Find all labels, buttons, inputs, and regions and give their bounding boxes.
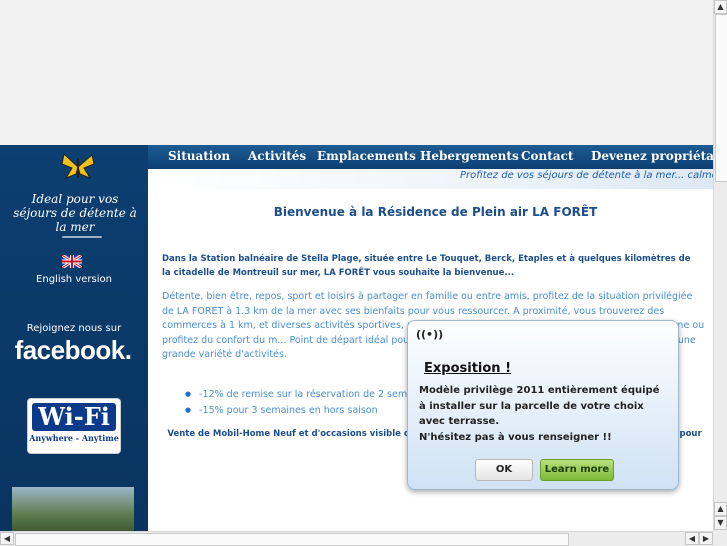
nav-situation[interactable]: Situation [168, 149, 230, 163]
nav-contact[interactable]: Contact [521, 149, 573, 163]
popup-message: Modèle privilège 2011 entièrement équipé… [419, 385, 660, 427]
popup-body: Modèle privilège 2011 entièrement équipé… [419, 383, 667, 445]
horizontal-scrollbar[interactable]: ◀ ◀ ▶ [0, 531, 713, 546]
page-title: Bienvenue à la Résidence de Plein air LA… [273, 205, 598, 219]
learn-more-button[interactable]: Learn more [540, 459, 614, 481]
scroll-up-icon[interactable]: ▲ [714, 0, 727, 14]
nav-devenez-proprietaire[interactable]: Devenez propriétaire [591, 149, 713, 163]
vertical-scroll-thumb[interactable] [715, 14, 727, 182]
exposition-popup: ((•)) Exposition ! Modèle privilège 2011… [407, 320, 679, 490]
horizontal-scroll-thumb[interactable] [15, 533, 569, 546]
nav-hebergements[interactable]: Hebergements [420, 149, 519, 163]
wifi-subtitle: Anywhere - Anytime [29, 433, 119, 443]
ok-button[interactable]: OK [475, 459, 533, 481]
tagline: Profitez de vos séjours de détente à la … [460, 170, 713, 181]
wifi-title: Wi-Fi [32, 403, 116, 431]
wifi-badge: Wi-Fi Anywhere - Anytime [27, 398, 121, 454]
nav-activites[interactable]: Activités [248, 149, 306, 163]
broadcast-icon: ((•)) [416, 328, 444, 341]
slogan-underline [62, 236, 102, 238]
popup-title: Exposition ! [424, 361, 512, 376]
scroll-left-icon[interactable]: ◀ [0, 532, 14, 545]
scrollbar-corner [713, 531, 727, 545]
uk-flag-icon[interactable] [62, 255, 82, 268]
english-version-link[interactable]: English version [0, 274, 148, 285]
nav-emplacements[interactable]: Emplacements [317, 149, 416, 163]
join-us-label: Rejoignez nous sur [26, 323, 122, 334]
sidebar-slogan: Ideal pour vos séjours de détente à la m… [13, 192, 137, 234]
offers-list: -12% de remise sur la réservation de 2 s… [185, 387, 437, 419]
popup-message-2: N'hésitez pas à vous renseigner !! [419, 431, 612, 443]
scroll-up-bottom-icon[interactable]: ▲ [714, 502, 727, 516]
scroll-right-icon[interactable]: ▶ [699, 532, 713, 545]
vertical-scrollbar[interactable]: ▲ ▲ ▼ [713, 0, 727, 531]
butterfly-logo-icon [61, 153, 95, 180]
blank-top-area [0, 0, 713, 145]
list-item: -15% pour 3 semaines en hors saison [185, 403, 437, 419]
top-navigation: Situation Activités Emplacements Heberge… [148, 145, 713, 171]
campsite-photo [12, 487, 134, 531]
intro-text: Dans la Station balnéaire de Stella Plag… [162, 254, 691, 278]
facebook-logo[interactable]: facebook. [10, 335, 136, 365]
sidebar: Ideal pour vos séjours de détente à la m… [0, 145, 148, 531]
scroll-left-end-icon[interactable]: ◀ [685, 532, 699, 545]
list-item: -12% de remise sur la réservation de 2 s… [185, 387, 436, 403]
scroll-down-icon[interactable]: ▼ [714, 516, 727, 530]
